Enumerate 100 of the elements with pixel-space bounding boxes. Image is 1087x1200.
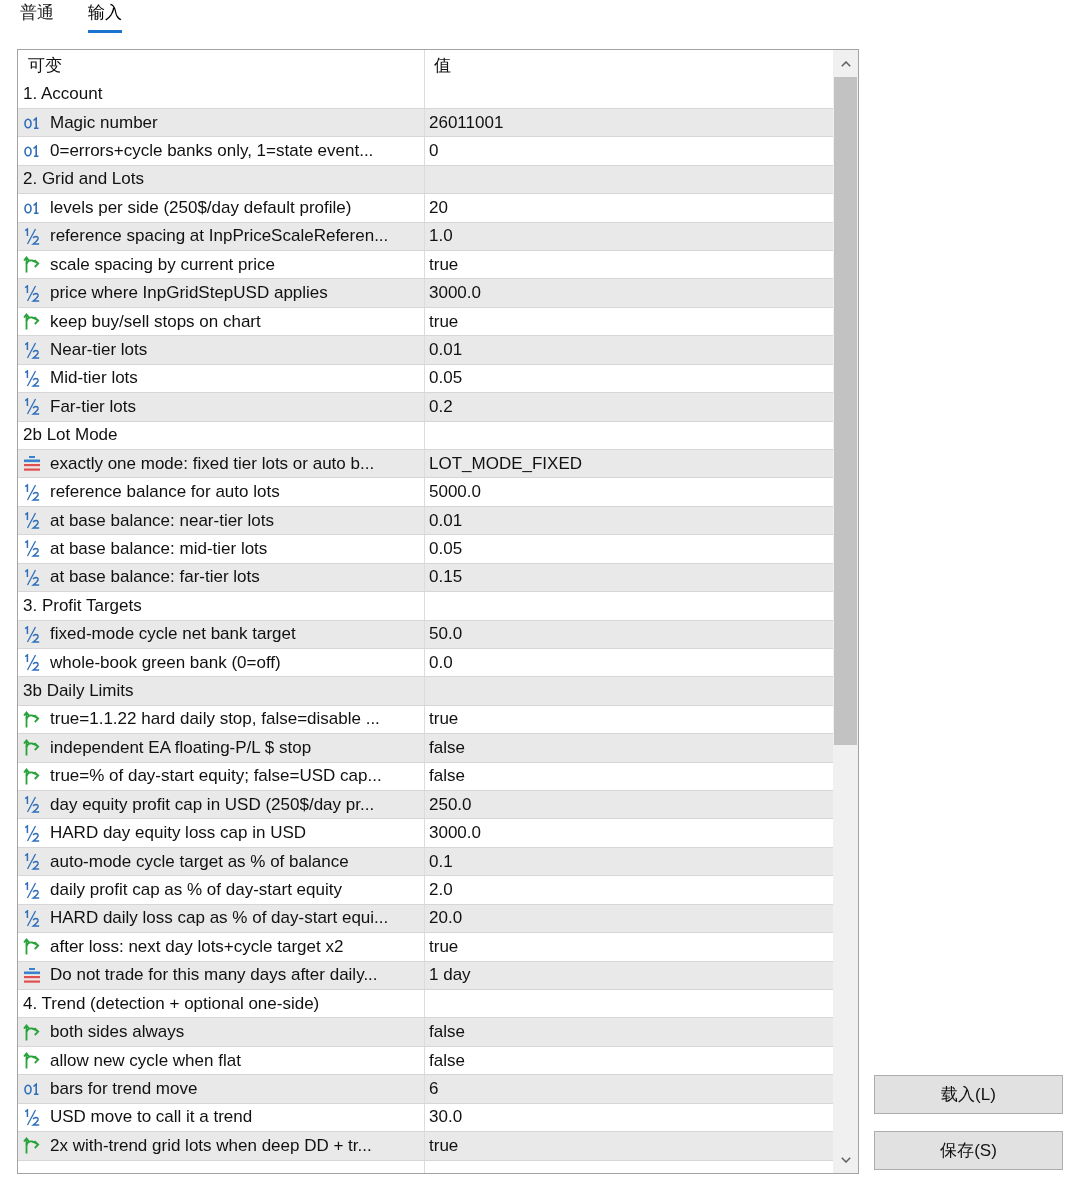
value-cell[interactable]: 3000.0 — [425, 279, 833, 307]
value-cell[interactable]: 0.2 — [425, 393, 833, 421]
parameter-name: after loss: next day lots+cycle target x2 — [50, 936, 344, 957]
branch-arrow-icon — [23, 256, 40, 274]
value-cell[interactable]: 0.0 — [425, 648, 833, 677]
value-cell[interactable]: 20 — [425, 194, 833, 222]
section-label: 3b Daily Limits — [23, 681, 134, 702]
value-cell[interactable]: 50.0 — [425, 620, 833, 648]
parameter-row[interactable]: HARD daily loss cap as % of day-start equi... 20.0 — [18, 904, 833, 934]
value-cell[interactable]: 0.05 — [425, 364, 833, 393]
value-cell[interactable]: 0.01 — [425, 336, 833, 364]
fraction-icon — [23, 568, 40, 586]
parameter-row[interactable]: Do not trade for this many days after daily... 1 day — [18, 961, 833, 990]
parameter-name: reference spacing at InpPriceScaleReferen... — [50, 226, 389, 247]
value-cell[interactable]: 20.0 — [425, 904, 833, 933]
parameter-row[interactable]: bars for trend move 6 — [18, 1075, 833, 1104]
value-cell[interactable]: 0.1 — [425, 847, 833, 876]
parameter-name: Far-tier lots — [50, 396, 136, 417]
parameter-row[interactable]: fixed-mode cycle net bank target 50.0 — [18, 620, 833, 649]
branch-arrow-icon — [23, 711, 40, 728]
parameter-row[interactable]: day equity profit cap in USD (250$/day pr... 250.0 — [18, 791, 833, 820]
value-cell[interactable]: LOT_MODE_FIXED — [425, 450, 833, 478]
parameter-row[interactable]: reference balance for auto lots 5000.0 — [18, 478, 833, 507]
value-cell[interactable]: 250.0 — [425, 791, 833, 819]
parameter-row[interactable]: Far-tier lots 0.2 — [18, 393, 833, 422]
branch-arrow-icon — [23, 767, 40, 785]
parameter-row[interactable]: true=1.1.22 hard daily stop, false=disable ... true — [18, 705, 833, 735]
tab[interactable]: 输入 — [88, 2, 122, 33]
value-cell[interactable]: true — [425, 1132, 833, 1160]
value-cell[interactable]: 30.0 — [425, 1103, 833, 1132]
parameter-row[interactable]: Magic number 26011001 — [18, 108, 833, 138]
parameter-row[interactable]: USD move to call it a trend 30.0 — [18, 1103, 833, 1133]
value-cell[interactable]: 0.01 — [425, 506, 833, 535]
parameter-name: levels per side (250$/day default profile) — [50, 197, 352, 218]
parameter-row[interactable]: daily profit cap as % of day-start equity 2.0 — [18, 876, 833, 905]
value-cell[interactable]: true — [425, 705, 833, 734]
value-cell[interactable]: 0.05 — [425, 535, 833, 563]
value-cell[interactable]: true — [425, 251, 833, 279]
value-cell[interactable]: 0 — [425, 137, 833, 165]
parameter-row[interactable]: Near-tier lots 0.01 — [18, 336, 833, 365]
parameter-row[interactable]: price where InpGridStepUSD applies 3000.0 — [18, 279, 833, 308]
value-cell[interactable]: 5000.0 — [425, 478, 833, 506]
parameter-row[interactable]: levels per side (250$/day default profile) 20 — [18, 194, 833, 223]
value-cell[interactable]: 1.0 — [425, 222, 833, 251]
parameter-name: allow new cycle when flat — [50, 1050, 241, 1071]
parameter-row[interactable]: exactly one mode: fixed tier lots or auto b... LOT_MODE_FIXED — [18, 450, 833, 479]
parameter-row[interactable]: auto-mode cycle target as % of balance 0.1 — [18, 847, 833, 877]
section-row[interactable]: 1. Account — [18, 80, 833, 109]
value-cell[interactable]: 1 day — [425, 961, 833, 989]
stacked-lines-icon — [23, 967, 40, 983]
chevron-down-icon[interactable] — [840, 1156, 851, 1163]
section-row[interactable]: 3. Profit Targets — [18, 592, 833, 621]
tab[interactable]: 普通 — [20, 2, 54, 33]
value-cell[interactable]: false — [425, 1046, 833, 1075]
parameter-row[interactable]: 0=errors+cycle banks only, 1=state event... 0 — [18, 137, 833, 166]
chevron-up-icon[interactable] — [840, 60, 851, 67]
parameter-row[interactable]: HARD day equity loss cap in USD 3000.0 — [18, 819, 833, 848]
value-cell[interactable]: 0.15 — [425, 563, 833, 592]
fraction-icon — [23, 625, 40, 643]
section-row[interactable]: 2b Lot Mode — [18, 421, 833, 450]
parameter-row[interactable]: at base balance: far-tier lots 0.15 — [18, 563, 833, 593]
column-header[interactable]: 值 — [425, 50, 833, 81]
value-cell[interactable]: true — [425, 307, 833, 336]
value-cell[interactable]: 3000.0 — [425, 819, 833, 847]
parameter-name: true=1.1.22 hard daily stop, false=disable ... — [50, 709, 380, 730]
parameter-row[interactable]: at base balance: mid-tier lots 0.05 — [18, 535, 833, 564]
value-cell[interactable]: true — [425, 933, 833, 961]
parameter-row[interactable]: true=% of day-start equity; false=USD cap... false — [18, 762, 833, 792]
fraction-icon — [23, 369, 40, 387]
parameter-row[interactable]: 2x with-trend grid lots when deep DD + tr... true — [18, 1132, 833, 1161]
parameter-row[interactable]: after loss: next day lots+cycle target x2 true — [18, 933, 833, 962]
parameter-name: fixed-mode cycle net bank target — [50, 624, 296, 645]
value-cell[interactable]: 6 — [425, 1075, 833, 1103]
value-cell[interactable]: false — [425, 762, 833, 791]
fraction-icon — [23, 796, 40, 814]
parameter-name: keep buy/sell stops on chart — [50, 311, 261, 332]
parameter-row[interactable]: at base balance: near-tier lots 0.01 — [18, 506, 833, 536]
parameter-name: whole-book green bank (0=off) — [50, 652, 281, 673]
parameter-row[interactable]: keep buy/sell stops on chart true — [18, 307, 833, 337]
parameter-row[interactable]: scale spacing by current price true — [18, 251, 833, 280]
section-row[interactable]: 3b Daily Limits — [18, 677, 833, 706]
parameter-row[interactable]: both sides always false — [18, 1018, 833, 1047]
scrollbar[interactable] — [833, 50, 858, 1173]
load-button[interactable]: 载入(L) — [874, 1075, 1063, 1114]
parameter-row[interactable]: independent EA floating-P/L $ stop false — [18, 734, 833, 763]
parameter-name: Mid-tier lots — [50, 368, 138, 389]
section-row[interactable]: 4. Trend (detection + optional one-side) — [18, 990, 833, 1019]
column-header[interactable]: 可变 — [18, 50, 425, 81]
value-cell[interactable]: 2.0 — [425, 876, 833, 904]
parameter-row[interactable]: reference spacing at InpPriceScaleReferen... 1.0 — [18, 222, 833, 252]
save-button[interactable]: 保存(S) — [874, 1131, 1063, 1170]
section-row[interactable]: 2. Grid and Lots — [18, 165, 833, 195]
parameter-row[interactable]: allow new cycle when flat false — [18, 1046, 833, 1076]
parameter-row[interactable]: whole-book green bank (0=off) 0.0 — [18, 648, 833, 678]
value-cell[interactable]: 26011001 — [425, 108, 833, 137]
parameter-name: reference balance for auto lots — [50, 482, 280, 503]
value-cell[interactable]: false — [425, 734, 833, 762]
scrollbar-thumb[interactable] — [834, 77, 857, 745]
value-cell[interactable]: false — [425, 1018, 833, 1046]
parameter-row[interactable]: Mid-tier lots 0.05 — [18, 364, 833, 394]
